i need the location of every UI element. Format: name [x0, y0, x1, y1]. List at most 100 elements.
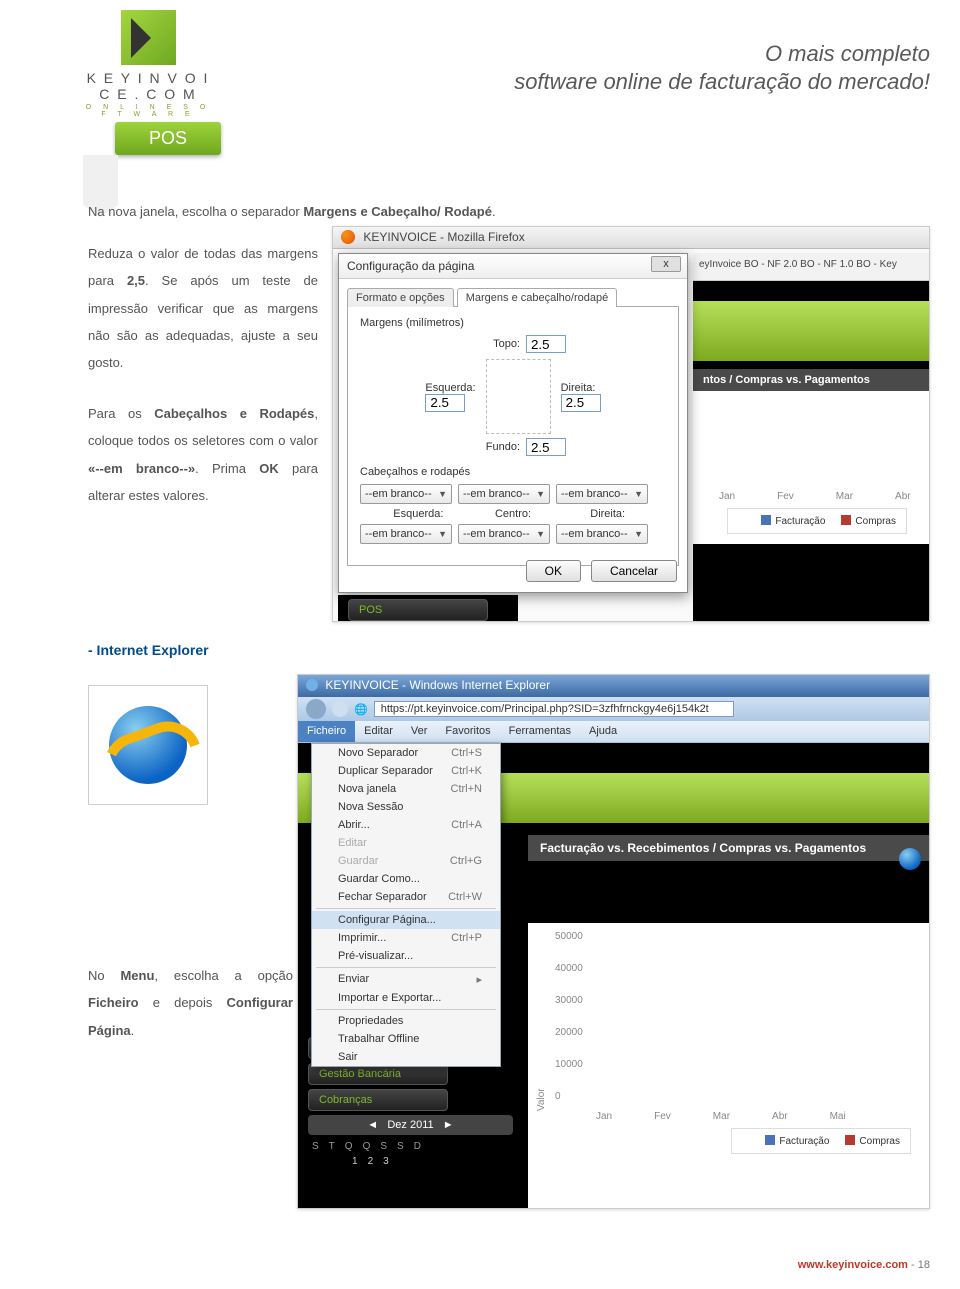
nav-back-icon[interactable] [306, 699, 326, 719]
input-margin-left[interactable] [425, 394, 465, 412]
bg-behind-dialog: eyInvoice BO - NF 2.0 BO - NF 1.0 BO - K… [693, 253, 929, 621]
close-button[interactable]: x [651, 256, 681, 272]
page-setup-dialog: Configuração da página x Formato e opçõe… [338, 253, 688, 593]
calendar-header-2[interactable]: ◄ Dez 2011 ► [308, 1115, 513, 1135]
menu-ficheiro[interactable]: Ficheiro [298, 721, 355, 742]
menu-item[interactable]: Sair [312, 1048, 500, 1066]
menu-item[interactable]: Imprimir...Ctrl+P [312, 929, 500, 947]
dialog-buttons: OK Cancelar [526, 560, 677, 582]
chart-banner: ntos / Compras vs. Pagamentos [693, 369, 929, 391]
page-icon: 🌐 [354, 703, 368, 716]
menu-editar[interactable]: Editar [355, 721, 402, 742]
url-field[interactable]: https://pt.keyinvoice.com/Principal.php?… [374, 701, 734, 717]
tab-panel-margins: Margens (milímetros) Topo: Esquerda: Dir… [347, 306, 679, 566]
label-top: Topo: [460, 338, 520, 350]
slogan: O mais completo software online de factu… [500, 40, 930, 95]
menu-item[interactable]: Importar e Exportar... [312, 989, 500, 1007]
green-band [693, 301, 929, 361]
file-menu-dropdown: Novo SeparadorCtrl+SDuplicar SeparadorCt… [311, 743, 501, 1067]
menu-favoritos[interactable]: Favoritos [436, 721, 499, 742]
y-axis-label: Valor [536, 931, 547, 1111]
cancel-button[interactable]: Cancelar [591, 560, 677, 582]
margin-diagram-icon [486, 359, 551, 434]
address-bar: 🌐 https://pt.keyinvoice.com/Principal.ph… [298, 697, 929, 721]
chart-area: Jan Fev Mar Abr Mai Facturação Compras [693, 391, 929, 544]
menu-item[interactable]: Abrir...Ctrl+A [312, 816, 500, 834]
ok-button[interactable]: OK [526, 560, 581, 582]
paragraph-2: Reduza o valor de todas das margens para… [88, 240, 318, 376]
menu-item[interactable]: Propriedades [312, 1012, 500, 1030]
slogan-line2: software online de facturação do mercado… [514, 69, 930, 94]
footer-left-select[interactable]: --em branco--▼ [360, 524, 452, 544]
menu-ajuda[interactable]: Ajuda [580, 721, 626, 742]
tab-margins-headers[interactable]: Margens e cabeçalho/rodapé [457, 288, 617, 307]
group-margins-heading: Margens (milímetros) [360, 317, 666, 329]
header-left-select[interactable]: --em branco--▼ [360, 484, 452, 504]
footer: www.keyinvoice.com - 18 [798, 1259, 930, 1271]
chart-banner-2: Facturação vs. Recebimentos / Compras vs… [528, 835, 929, 861]
ie-title-icon [306, 679, 318, 691]
input-margin-bottom[interactable] [526, 438, 566, 456]
dialog-tabs: Formato e opções Margens e cabeçalho/rod… [339, 279, 687, 306]
chart-legend-2: Facturação Compras [731, 1128, 911, 1154]
tab-format-options[interactable]: Formato e opções [347, 288, 454, 307]
calendar-day-headers-2: STQQSSD [298, 1139, 523, 1154]
sidebar-item-cobrancas-2[interactable]: Cobranças [308, 1089, 448, 1111]
section-heading-ie: - Internet Explorer [88, 642, 209, 658]
group-header-footer-heading: Cabeçalhos e rodapés [360, 466, 666, 478]
menu-item: Editar [312, 834, 500, 852]
menu-item[interactable]: Configurar Página... [312, 911, 500, 929]
menu-ferramentas[interactable]: Ferramentas [500, 721, 580, 742]
pos-badge: POS [115, 122, 221, 155]
col-center: Centro: [469, 508, 558, 520]
paragraph-4: No Menu, escolha a opção Ficheiro e depo… [88, 962, 293, 1044]
firefox-icon [341, 230, 355, 244]
slogan-line1: O mais completo [765, 41, 930, 66]
menu-item[interactable]: Enviar▸ [312, 970, 500, 989]
menu-item[interactable]: Fechar SeparadorCtrl+W [312, 888, 500, 906]
calendar-row-1: 123 [298, 1154, 523, 1169]
chart-legend: Facturação Compras [727, 508, 907, 534]
paragraph-1: Na nova janela, escolha o separador Marg… [88, 198, 818, 225]
window-title-ie: KEYINVOICE - Windows Internet Explorer [298, 675, 929, 697]
page-number: 18 [918, 1259, 930, 1271]
col-left: Esquerda: [374, 508, 463, 520]
ie-small-icon [899, 848, 921, 870]
menu-ver[interactable]: Ver [402, 721, 437, 742]
sidebar-item-pos[interactable]: POS [348, 599, 488, 621]
footer-right-select[interactable]: --em branco--▼ [556, 524, 648, 544]
sidebar-fragment: POS Gestão Bancária Cobranças ◄ Dez 2011… [338, 595, 518, 622]
menubar: Ficheiro Editar Ver Favoritos Ferramenta… [298, 721, 929, 743]
menu-item[interactable]: Duplicar SeparadorCtrl+K [312, 762, 500, 780]
label-left: Esquerda: [425, 382, 475, 394]
logo-cube-icon [121, 10, 176, 65]
logo: K E Y I N V O I C E . C O M O N L I N E … [83, 10, 213, 118]
chart-area-2: Valor 50000 40000 30000 20000 10000 0 Ja… [528, 923, 929, 1208]
footer-center-select[interactable]: --em branco--▼ [458, 524, 550, 544]
menu-item[interactable]: Novo SeparadorCtrl+S [312, 744, 500, 762]
menu-item[interactable]: Guardar Como... [312, 870, 500, 888]
menu-item[interactable]: Trabalhar Offline [312, 1030, 500, 1048]
menu-item[interactable]: Nova janelaCtrl+N [312, 780, 500, 798]
window-title-firefox: KEYINVOICE - Mozilla Firefox [333, 227, 929, 249]
footer-link[interactable]: www.keyinvoice.com [798, 1259, 908, 1271]
header-center-select[interactable]: --em branco--▼ [458, 484, 550, 504]
ie-logo-thumbnail [88, 685, 208, 805]
toolbar-fragment: eyInvoice BO - NF 2.0 BO - NF 1.0 BO - K… [693, 253, 929, 281]
input-margin-right[interactable] [561, 394, 601, 412]
menu-item[interactable]: Pré-visualizar... [312, 947, 500, 965]
dialog-title: Configuração da página x [339, 254, 687, 279]
x-axis-ticks-2: JanFevMarAbrMai [536, 1111, 921, 1122]
page: K E Y I N V O I C E . C O M O N L I N E … [0, 0, 960, 1289]
header-right-select[interactable]: --em branco--▼ [556, 484, 648, 504]
screenshot-ie-file-menu: KEYINVOICE - Windows Internet Explorer 🌐… [297, 674, 930, 1209]
x-axis-ticks: Jan Fev Mar Abr Mai [705, 491, 917, 502]
menu-item: GuardarCtrl+G [312, 852, 500, 870]
brand-name: K E Y I N V O I C E . C O M [83, 70, 213, 102]
input-margin-top[interactable] [526, 335, 566, 353]
label-right: Direita: [561, 382, 601, 394]
label-bottom: Fundo: [460, 441, 520, 453]
screenshot-firefox-page-setup: KEYINVOICE - Mozilla Firefox eyInvoice B… [332, 226, 930, 622]
menu-item[interactable]: Nova Sessão [312, 798, 500, 816]
nav-fwd-icon[interactable] [332, 701, 348, 717]
